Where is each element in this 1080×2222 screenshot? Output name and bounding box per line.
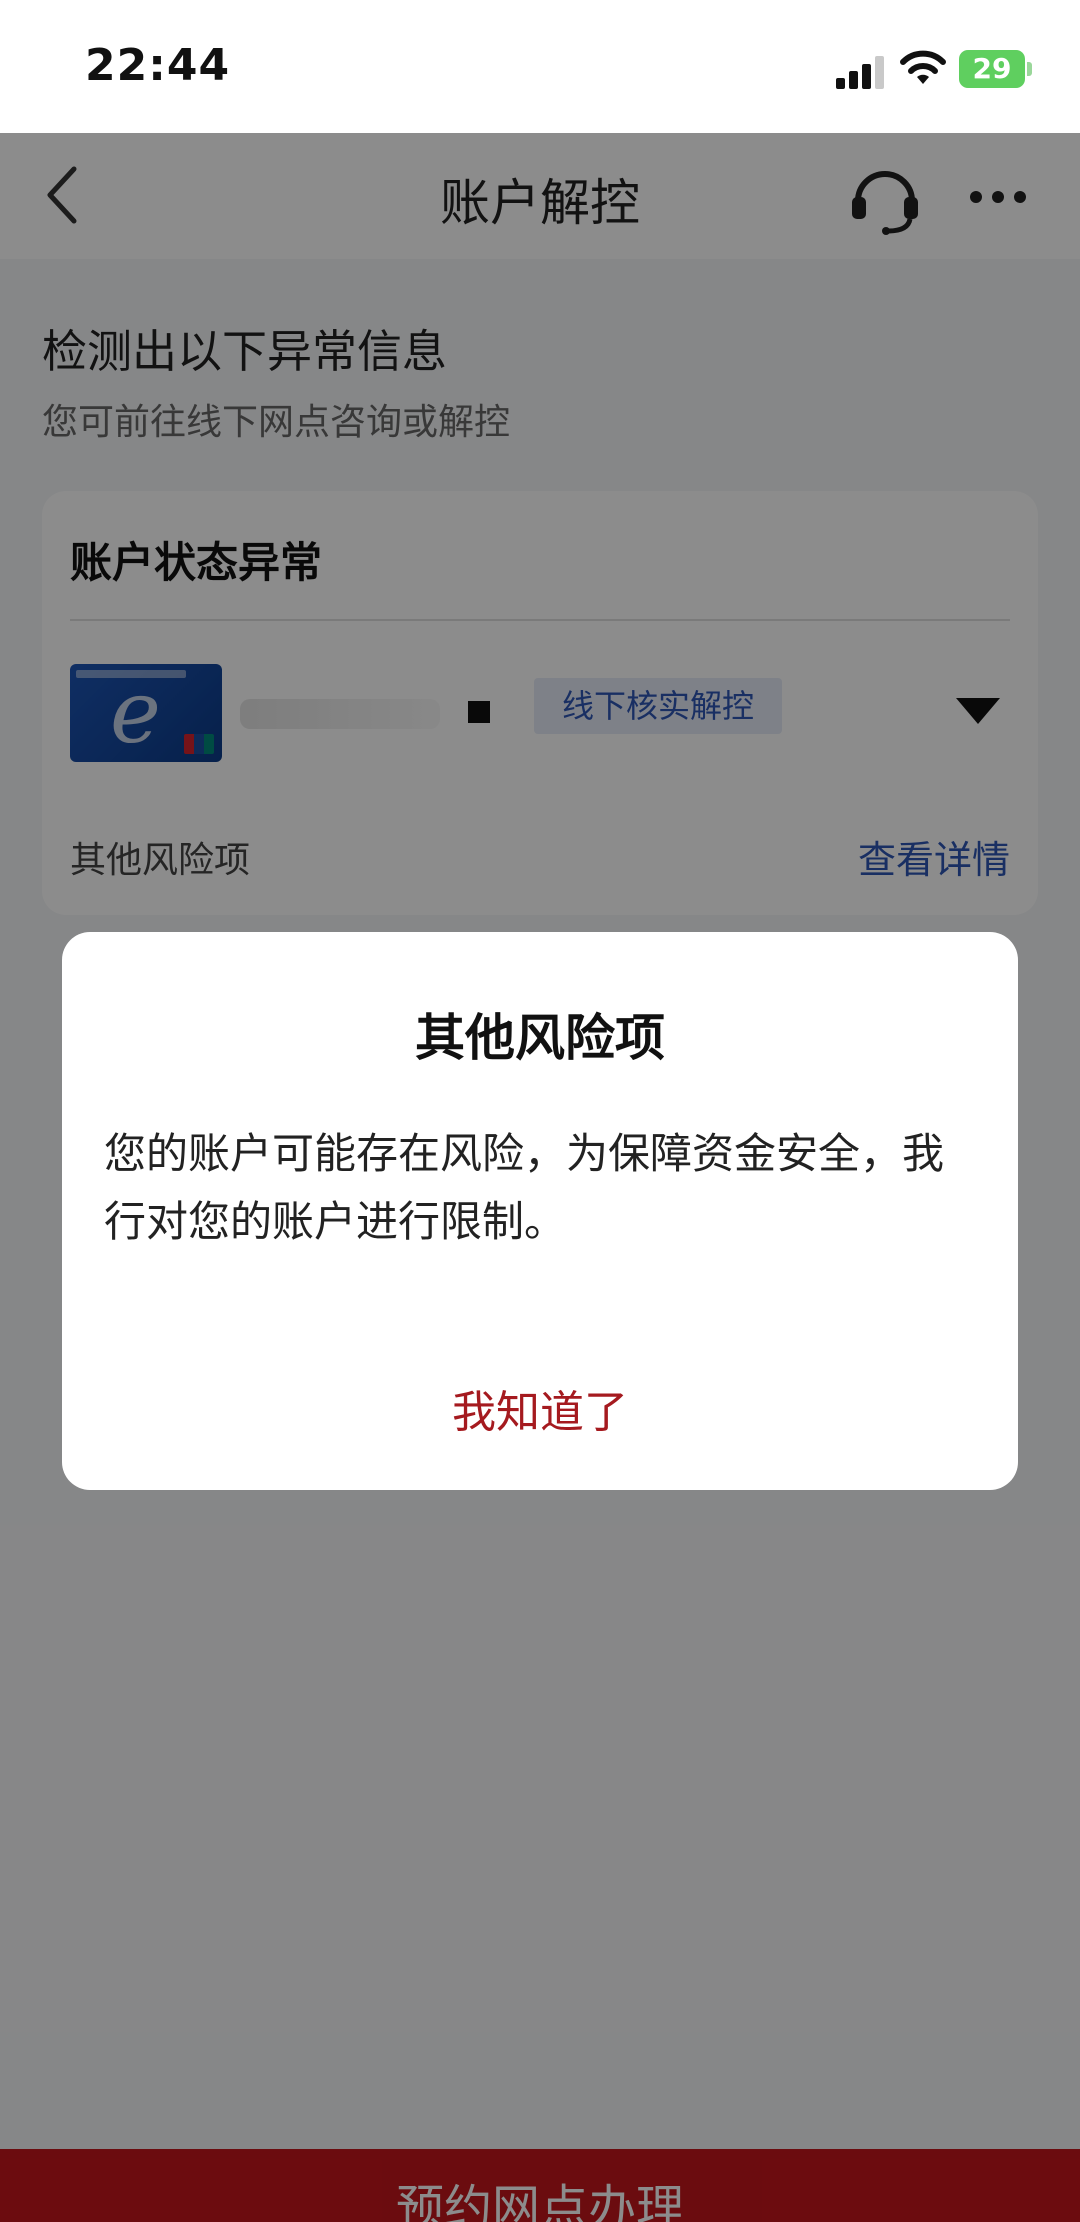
dialog-message: 您的账户可能存在风险，为保障资金安全，我行对您的账户进行限制。 — [104, 1129, 945, 1246]
battery-tip — [1027, 62, 1032, 76]
wifi-icon — [900, 50, 946, 84]
status-time: 22:44 — [85, 40, 231, 91]
status-bar: 22:44 29 — [0, 0, 1080, 133]
risk-dialog: 其他风险项 您的账户可能存在风险，为保障资金安全，我行对您的账户进行限制。 我知… — [62, 932, 1018, 1490]
signal-icon — [836, 56, 884, 89]
acknowledge-button[interactable]: 我知道了 — [62, 1376, 1018, 1440]
dialog-title: 其他风险项 — [415, 1009, 665, 1067]
battery-indicator: 29 — [959, 50, 1025, 88]
